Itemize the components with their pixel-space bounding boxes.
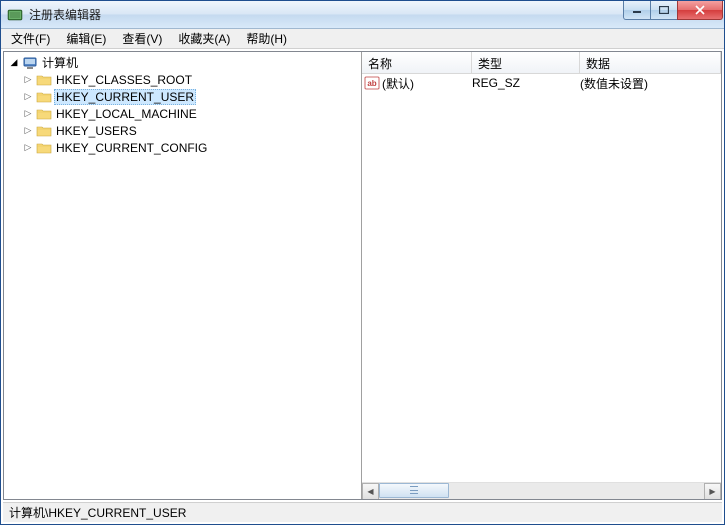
tree-node-label: HKEY_CURRENT_USER [54,89,196,105]
tree-root-label: 计算机 [40,54,80,71]
folder-icon [36,140,52,156]
folder-icon [36,106,52,122]
column-data[interactable]: 数据 [580,52,721,73]
expand-icon[interactable]: ▷ [22,142,34,154]
maximize-button[interactable] [650,1,678,20]
tree-node-hkey_current_config[interactable]: ▷ HKEY_CURRENT_CONFIG [6,139,359,156]
list-body[interactable]: ab (默认)REG_SZ(数值未设置) [362,74,721,482]
statusbar: 计算机\HKEY_CURRENT_USER [3,502,722,522]
tree-panel[interactable]: ◢ 计算机 ▷ HKEY_CLASSES_ROOT ▷ HKEY_CURRENT_US… [4,52,362,499]
value-name: (默认) [382,75,472,92]
collapse-icon[interactable]: ◢ [8,57,20,69]
close-button[interactable] [677,1,723,20]
menu-view[interactable]: 查看(V) [114,28,170,49]
column-type[interactable]: 类型 [472,52,580,73]
menu-file[interactable]: 文件(F) [3,28,58,49]
content-area: ◢ 计算机 ▷ HKEY_CLASSES_ROOT ▷ HKEY_CURRENT_US… [3,51,722,500]
expand-icon[interactable]: ▷ [22,108,34,120]
scroll-left-button[interactable]: ◀ [362,483,379,500]
menubar: 文件(F) 编辑(E) 查看(V) 收藏夹(A) 帮助(H) [1,29,724,49]
computer-icon [22,55,38,71]
tree-root[interactable]: ◢ 计算机 [6,54,359,71]
scroll-right-button[interactable]: ▶ [704,483,721,500]
menu-edit[interactable]: 编辑(E) [58,28,114,49]
value-row[interactable]: ab (默认)REG_SZ(数值未设置) [362,74,721,92]
value-type: REG_SZ [472,76,580,90]
tree-node-label: HKEY_USERS [54,124,139,138]
horizontal-scrollbar[interactable]: ◀ ▶ [362,482,721,499]
status-path: 计算机\HKEY_CURRENT_USER [9,504,186,521]
tree-node-hkey_current_user[interactable]: ▷ HKEY_CURRENT_USER [6,88,359,105]
scroll-track[interactable] [379,483,704,500]
menu-favorites[interactable]: 收藏夹(A) [170,28,238,49]
expand-icon[interactable]: ▷ [22,74,34,86]
tree-node-label: HKEY_CLASSES_ROOT [54,73,194,87]
folder-icon [36,72,52,88]
tree-node-label: HKEY_LOCAL_MACHINE [54,107,199,121]
folder-icon [36,89,52,105]
tree-node-hkey_classes_root[interactable]: ▷ HKEY_CLASSES_ROOT [6,71,359,88]
minimize-button[interactable] [623,1,651,20]
window-controls [624,1,723,21]
string-value-icon: ab [364,76,380,90]
expand-icon[interactable]: ▷ [22,91,34,103]
folder-icon [36,123,52,139]
window-title: 注册表编辑器 [29,6,724,23]
app-icon [7,7,23,23]
menu-help[interactable]: 帮助(H) [238,28,295,49]
column-name[interactable]: 名称 [362,52,472,73]
tree-node-label: HKEY_CURRENT_CONFIG [54,141,209,155]
list-header: 名称 类型 数据 [362,52,721,74]
svg-text:ab: ab [367,79,376,88]
tree-node-hkey_users[interactable]: ▷ HKEY_USERS [6,122,359,139]
window-frame: 注册表编辑器 文件(F) 编辑(E) 查看(V) 收藏夹(A) 帮助(H) ◢ [0,0,725,525]
scroll-thumb[interactable] [379,483,449,498]
tree-node-hkey_local_machine[interactable]: ▷ HKEY_LOCAL_MACHINE [6,105,359,122]
value-data: (数值未设置) [580,75,721,92]
expand-icon[interactable]: ▷ [22,125,34,137]
titlebar[interactable]: 注册表编辑器 [1,1,724,29]
list-panel: 名称 类型 数据 ab (默认)REG_SZ(数值未设置) ◀ ▶ [362,52,721,499]
